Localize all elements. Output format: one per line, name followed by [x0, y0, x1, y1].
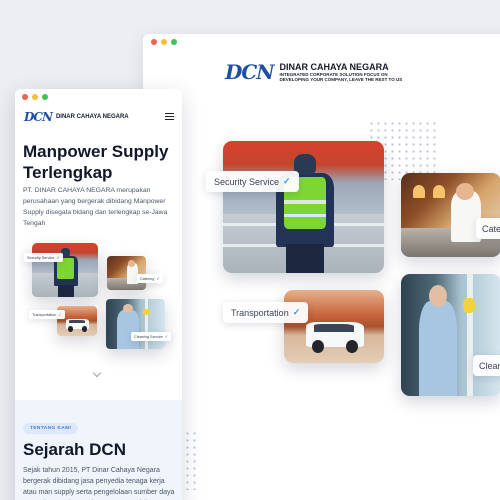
minimize-window-button[interactable]: [32, 94, 38, 100]
about-description: Sejak tahun 2015, PT Dinar Cahaya Negara…: [23, 467, 175, 496]
minimize-window-button[interactable]: [161, 39, 167, 45]
check-icon: ✓: [283, 176, 291, 186]
catering-photo: [401, 173, 500, 257]
security-service-text: Security Service: [27, 255, 55, 260]
brand-name: DINAR CAHAYA NEGARA: [55, 113, 129, 120]
transportation-label: Transportation ✓: [29, 310, 65, 319]
site-header: DCN DINAR CAHAYA NEGARA INTEGRATED CORPO…: [225, 60, 402, 84]
cleaning-service-label: Cleaning Service ✓: [131, 332, 171, 341]
dcn-logo[interactable]: DCN: [225, 60, 275, 84]
security-service-photo: [223, 141, 384, 273]
about-badge: TENTANG KAMI: [23, 423, 79, 434]
security-service-label: Security Service ✓: [24, 253, 63, 262]
security-service-photo: [32, 243, 98, 297]
cleaning-service-photo: [106, 299, 165, 349]
window-controls: [15, 89, 182, 105]
mobile-navbar: DCN DINAR CAHAYA NEGARA: [15, 105, 182, 125]
catering-label: Catering ✓: [137, 274, 163, 283]
transportation-photo: [284, 290, 384, 363]
cleaning-service-label: Clean: [473, 355, 500, 376]
window-controls: [143, 34, 500, 50]
transportation-label: Transportation ✓: [223, 302, 309, 323]
cleaning-text: Cleaning Service: [134, 334, 163, 339]
check-icon: ✓: [58, 313, 62, 317]
close-window-button[interactable]: [22, 94, 28, 100]
dcn-logo[interactable]: DCN: [24, 110, 53, 124]
check-icon: ✓: [56, 256, 60, 260]
maximize-window-button[interactable]: [42, 94, 48, 100]
hero-title: Manpower Supply Terlengkap: [23, 142, 169, 182]
brand-block: DINAR CAHAYA NEGARA INTEGRATED CORPORATE…: [280, 62, 403, 82]
chevron-down-icon[interactable]: [92, 368, 102, 378]
brand-tagline-2: DEVELOPING YOUR COMPANY, LEAVE THE REST …: [279, 77, 403, 82]
check-icon: ✓: [164, 335, 168, 339]
check-icon: ✓: [292, 307, 301, 317]
transportation-text: Transportation: [32, 312, 57, 317]
hero-description: PT. DINAR CAHAYA NEGARA merupakan perusa…: [23, 187, 168, 227]
cleaning-service-photo: [401, 274, 500, 396]
decorative-dot-grid: [184, 430, 200, 490]
check-icon: ✓: [156, 277, 160, 281]
close-window-button[interactable]: [151, 39, 157, 45]
hamburger-menu-icon[interactable]: [165, 112, 174, 121]
security-service-label: Security Service ✓: [206, 171, 299, 192]
catering-text: Catering: [140, 276, 155, 281]
transportation-text: Transportation: [231, 307, 289, 318]
about-title: Sejarah DCN: [23, 440, 126, 459]
maximize-window-button[interactable]: [171, 39, 177, 45]
mobile-browser-window: DCN DINAR CAHAYA NEGARA Manpower Supply …: [15, 89, 182, 500]
brand-name: DINAR CAHAYA NEGARA: [279, 62, 389, 72]
cleaning-text: Clean: [479, 360, 500, 371]
catering-photo: [107, 256, 146, 290]
catering-text: Cate: [482, 223, 500, 234]
security-service-text: Security Service: [214, 176, 280, 187]
catering-label: Cate: [476, 218, 500, 239]
